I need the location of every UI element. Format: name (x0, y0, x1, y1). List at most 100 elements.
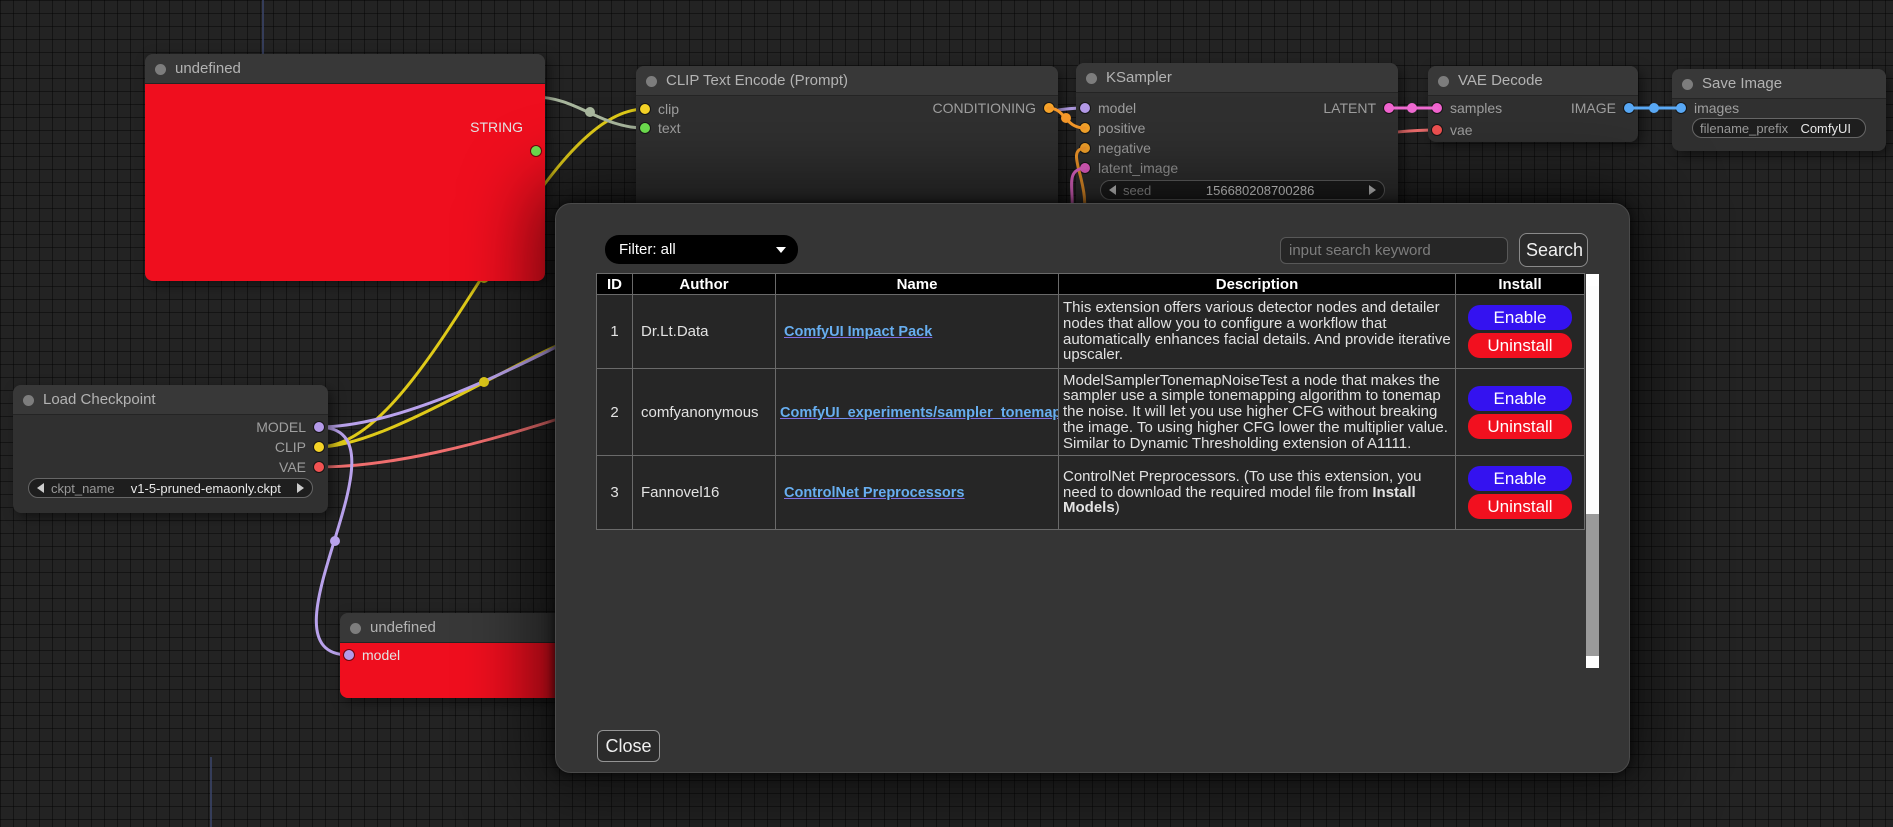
widget-value: ComfyUI (1788, 121, 1851, 136)
node-graph-canvas[interactable]: undefined STRING CLIP Text Encode (Promp… (0, 0, 1893, 827)
manager-dialog: Filter: all Search ID Author Name Descri… (555, 203, 1630, 773)
link-dot (1061, 113, 1071, 123)
table-header-row: ID Author Name Description Install (597, 274, 1585, 295)
filter-selected-value: Filter: all (619, 241, 676, 258)
port-dot-clip-output[interactable] (314, 442, 324, 452)
node-titlebar[interactable]: undefined (145, 54, 545, 84)
widget-value: v1-5-pruned-emaonly.ckpt (115, 481, 297, 496)
chevron-down-icon (776, 247, 786, 253)
port-dot-latent-image-input[interactable] (1080, 163, 1090, 173)
filename-prefix-widget[interactable]: filename_prefix ComfyUI (1692, 118, 1866, 138)
port-label: latent_image (1098, 160, 1178, 176)
port-dot-conditioning-output[interactable] (1044, 103, 1054, 113)
node-titlebar[interactable]: Load Checkpoint (13, 385, 328, 415)
link-dot (1649, 103, 1659, 113)
port-dot-negative-input[interactable] (1080, 143, 1090, 153)
input-port-images: images (1672, 98, 1886, 118)
widget-name: filename_prefix (1700, 121, 1788, 136)
cell-name: ControlNet Preprocessors (776, 456, 1059, 530)
seed-widget[interactable]: seed 156680208700286 (1100, 180, 1385, 200)
search-input[interactable] (1280, 237, 1508, 264)
port-dot-model-output[interactable] (314, 422, 324, 432)
node-undefined-string[interactable]: undefined STRING (145, 54, 545, 281)
uninstall-button[interactable]: Uninstall (1468, 494, 1572, 519)
table-scrollbar[interactable] (1586, 274, 1599, 668)
node-title: VAE Decode (1458, 72, 1543, 89)
widget-value: 156680208700286 (1151, 183, 1369, 198)
table-row: 2 comfyanonymous ComfyUI_experiments/sam… (597, 369, 1585, 456)
increment-arrow-icon[interactable] (1369, 185, 1376, 195)
node-titlebar[interactable]: Save Image (1672, 69, 1886, 99)
cell-install: Enable Uninstall (1456, 295, 1585, 369)
cell-description: This extension offers various detector n… (1059, 295, 1456, 369)
close-button[interactable]: Close (597, 730, 660, 762)
port-dot-image-output[interactable] (1624, 103, 1634, 113)
input-port-negative: negative (1076, 138, 1398, 158)
port-dot-vae-output[interactable] (314, 462, 324, 472)
node-save-image[interactable]: Save Image images filename_prefix ComfyU… (1672, 69, 1886, 151)
port-dot-text-input[interactable] (640, 123, 650, 133)
enable-button[interactable]: Enable (1468, 466, 1572, 491)
enable-button[interactable]: Enable (1468, 305, 1572, 330)
table-row: 1 Dr.Lt.Data ComfyUI Impact Pack This ex… (597, 295, 1585, 369)
port-dot-string-output[interactable] (531, 146, 541, 156)
port-dot-positive-input[interactable] (1080, 123, 1090, 133)
filter-select[interactable]: Filter: all (605, 235, 798, 264)
port-label: CONDITIONING (933, 100, 1036, 116)
node-titlebar[interactable]: CLIP Text Encode (Prompt) (636, 66, 1058, 96)
port-dot-model-input[interactable] (344, 650, 354, 660)
node-ksampler[interactable]: KSampler model positive negative latent_… (1076, 63, 1398, 223)
port-label: vae (1450, 122, 1473, 138)
port-label: text (658, 120, 681, 136)
extension-link[interactable]: ComfyUI Impact Pack (784, 324, 932, 340)
search-button[interactable]: Search (1519, 233, 1588, 267)
port-label: CLIP (275, 439, 306, 455)
port-dot-vae-input[interactable] (1432, 125, 1442, 135)
port-dot-images-input[interactable] (1676, 103, 1686, 113)
port-label: VAE (279, 459, 306, 475)
cell-install: Enable Uninstall (1456, 456, 1585, 530)
canvas-grid-line (262, 0, 264, 54)
node-titlebar[interactable]: KSampler (1076, 63, 1398, 93)
node-status-dot-icon (1682, 79, 1693, 90)
node-title: CLIP Text Encode (Prompt) (666, 72, 848, 89)
node-title: Load Checkpoint (43, 391, 156, 408)
decrement-arrow-icon[interactable] (1109, 185, 1116, 195)
scrollbar-up-button[interactable] (1586, 274, 1599, 286)
enable-button[interactable]: Enable (1468, 386, 1572, 411)
port-label: MODEL (256, 419, 306, 435)
port-label: LATENT (1323, 100, 1376, 116)
cell-id: 3 (597, 456, 633, 530)
output-port-image: IMAGE (1428, 98, 1638, 118)
cell-name: ComfyUI Impact Pack (776, 295, 1059, 369)
extension-link[interactable]: ComfyUI_experiments/sampler_tonemap (780, 405, 1059, 421)
node-vae-decode[interactable]: VAE Decode samples vae IMAGE (1428, 66, 1638, 142)
widget-name: seed (1123, 183, 1151, 198)
scrollbar-thumb[interactable] (1586, 286, 1599, 514)
node-status-dot-icon (23, 395, 34, 406)
port-label: negative (1098, 140, 1151, 156)
column-header-description: Description (1059, 274, 1456, 295)
decrement-arrow-icon[interactable] (37, 483, 44, 493)
node-load-checkpoint[interactable]: Load Checkpoint MODEL CLIP VAE ckpt_name… (13, 385, 328, 513)
cell-name: ComfyUI_experiments/sampler_tonemap (776, 369, 1059, 456)
node-status-dot-icon (155, 64, 166, 75)
port-dot-latent-output[interactable] (1384, 103, 1394, 113)
scrollbar-down-button[interactable] (1586, 656, 1599, 668)
port-label: images (1694, 100, 1739, 116)
increment-arrow-icon[interactable] (297, 483, 304, 493)
node-title: undefined (370, 619, 436, 636)
node-status-dot-icon (350, 623, 361, 634)
output-port-model: MODEL (13, 417, 328, 437)
uninstall-button[interactable]: Uninstall (1468, 333, 1572, 358)
ckpt-name-widget[interactable]: ckpt_name v1-5-pruned-emaonly.ckpt (28, 478, 313, 498)
cell-author: Fannovel16 (633, 456, 776, 530)
column-header-install: Install (1456, 274, 1585, 295)
uninstall-button[interactable]: Uninstall (1468, 414, 1572, 439)
extension-table-container[interactable]: ID Author Name Description Install 1 Dr.… (596, 273, 1599, 669)
table-row: 3 Fannovel16 ControlNet Preprocessors Co… (597, 456, 1585, 530)
description-text: ) (1115, 499, 1120, 516)
node-status-dot-icon (1086, 73, 1097, 84)
extension-link[interactable]: ControlNet Preprocessors (784, 485, 965, 501)
node-titlebar[interactable]: VAE Decode (1428, 66, 1638, 96)
